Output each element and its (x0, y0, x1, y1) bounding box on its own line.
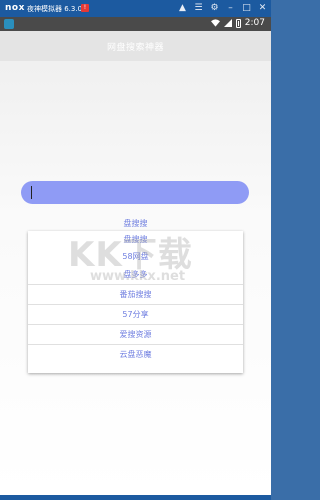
close-icon[interactable]: ✕ (257, 3, 268, 14)
app-screen: 网盘搜索神器 盘搜搜 盘搜搜 58网盘 盘多多 番茄搜搜 57分享 爱搜资源 云… (0, 31, 271, 495)
emulator-bottom-border (0, 495, 271, 500)
list-item[interactable]: 盘搜搜 (28, 231, 243, 248)
emulator-logo: nox (5, 3, 25, 13)
settings-icon[interactable]: ⚙ (209, 3, 220, 14)
list-item[interactable]: 盘多多 (28, 265, 243, 285)
android-status-bar: 2:07 (0, 17, 271, 31)
text-caret (31, 186, 32, 199)
status-time: 2:07 (244, 18, 265, 28)
list-item[interactable]: 爱搜资源 (28, 325, 243, 345)
update-badge[interactable]: ! (81, 4, 89, 12)
emulator-title-bar: nox 夜神模拟器 6.3.0.0 ! ▲ ☰ ⚙ – □ ✕ (0, 0, 271, 17)
emulator-window-controls: ▲ ☰ ⚙ – □ ✕ (177, 3, 268, 14)
page-title: 网盘搜索神器 (106, 43, 164, 53)
emulator-title: 夜神模拟器 6.3.0.0 (27, 5, 89, 13)
menu-icon[interactable]: ☰ (193, 3, 204, 14)
wifi-icon (210, 19, 220, 27)
search-input[interactable] (21, 181, 249, 204)
list-item[interactable]: 番茄搜搜 (28, 285, 243, 305)
list-item[interactable]: 云盘恶魔 (28, 345, 243, 365)
list-item[interactable]: 57分享 (28, 305, 243, 325)
signal-icon (223, 19, 232, 27)
list-item[interactable]: 58网盘 (28, 248, 243, 265)
suggestion-header[interactable]: 盘搜搜 (0, 218, 271, 229)
app-notification-icon (4, 19, 14, 29)
battery-icon (235, 18, 241, 28)
maximize-icon[interactable]: □ (241, 3, 252, 14)
shirt-icon[interactable]: ▲ (177, 3, 188, 14)
app-header: 网盘搜索神器 (0, 31, 271, 61)
suggestion-dropdown: 盘搜搜 58网盘 盘多多 番茄搜搜 57分享 爱搜资源 云盘恶魔 (28, 231, 243, 373)
minimize-icon[interactable]: – (225, 3, 236, 14)
